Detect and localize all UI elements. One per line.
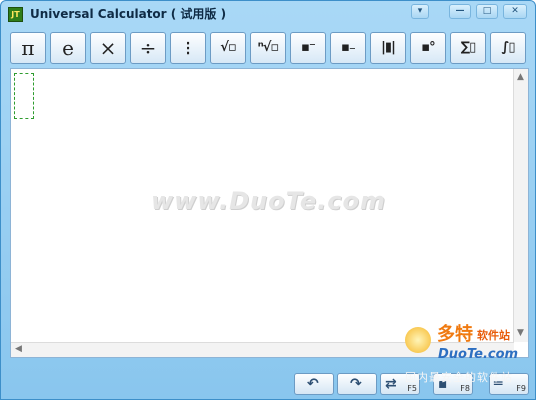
subscript-button[interactable]: ▪₋ xyxy=(330,32,366,64)
symbol-toolbar: π e × ÷ ⁝ √▫ ⁿ√▫ ▪⁻ ▪₋ |▮| ▪° ∑▯ ∫▯ xyxy=(10,32,530,64)
nth-root-button[interactable]: ⁿ√▫ xyxy=(250,32,286,64)
minimize-icon: — xyxy=(455,6,465,16)
fraction-icon: ⁝ xyxy=(184,36,192,60)
multiply-button[interactable]: × xyxy=(90,32,126,64)
integral-button[interactable]: ∫▯ xyxy=(490,32,526,64)
watermark-text: www.DuoTe.com xyxy=(151,187,386,215)
square-root-icon: √▫ xyxy=(220,40,236,55)
divide-icon: ÷ xyxy=(139,36,157,60)
absolute-value-button[interactable]: |▮| xyxy=(370,32,406,64)
undo-icon: ↶ xyxy=(307,376,319,392)
degree-button[interactable]: ▪° xyxy=(410,32,446,64)
chevron-down-icon: ▾ xyxy=(417,6,423,16)
duote-logo-watermark: 多特 软件站 DuoTe.com 国内最安全的软件站 xyxy=(401,319,533,395)
sum-button[interactable]: ∑▯ xyxy=(450,32,486,64)
minimize-button[interactable]: — xyxy=(449,4,471,19)
logo-cn-name: 多特 xyxy=(437,324,473,345)
expression-editor[interactable]: www.DuoTe.com ▲ ▼ ◀ xyxy=(10,68,529,358)
input-placeholder-box[interactable] xyxy=(14,73,34,119)
euler-e-icon: e xyxy=(62,36,74,60)
scroll-up-icon[interactable]: ▲ xyxy=(514,71,527,84)
close-icon: ✕ xyxy=(511,6,519,16)
swap-icon: ⇄ xyxy=(385,376,397,392)
fraction-button[interactable]: ⁝ xyxy=(170,32,206,64)
menu-dropdown-button[interactable]: ▾ xyxy=(411,4,429,19)
divide-button[interactable]: ÷ xyxy=(130,32,166,64)
nth-root-icon: ⁿ√▫ xyxy=(257,40,279,55)
redo-icon: ↷ xyxy=(350,376,362,392)
vertical-scrollbar[interactable]: ▲ ▼ xyxy=(513,69,528,342)
maximize-icon: □ xyxy=(482,6,492,16)
euler-e-button[interactable]: e xyxy=(50,32,86,64)
superscript-icon: ▪⁻ xyxy=(301,40,316,55)
pi-icon: π xyxy=(21,36,35,60)
redo-button[interactable]: ↷ xyxy=(337,373,377,395)
app-icon: JT xyxy=(8,7,23,22)
window-title: Universal Calculator ( 试用版 ) xyxy=(30,7,227,21)
undo-button[interactable]: ↶ xyxy=(294,373,334,395)
scroll-left-icon[interactable]: ◀ xyxy=(12,343,25,356)
close-button[interactable]: ✕ xyxy=(503,4,527,19)
maximize-button[interactable]: □ xyxy=(476,4,498,19)
degree-icon: ▪° xyxy=(421,40,435,55)
multiply-icon: × xyxy=(99,36,117,60)
square-root-button[interactable]: √▫ xyxy=(210,32,246,64)
mascot-icon xyxy=(405,327,431,353)
logo-cn-suffix: 软件站 xyxy=(477,329,510,342)
sum-icon: ∑▯ xyxy=(460,40,477,55)
integral-icon: ∫▯ xyxy=(501,40,515,55)
calculator-window: JT Universal Calculator ( 试用版 ) ▾ — □ ✕ … xyxy=(0,0,536,400)
logo-en-name: DuoTe.com xyxy=(438,347,519,362)
title-bar[interactable]: JT Universal Calculator ( 试用版 ) ▾ — □ ✕ xyxy=(1,1,535,27)
logo-slogan: 国内最安全的软件站 xyxy=(405,371,513,384)
subscript-icon: ▪₋ xyxy=(341,40,356,55)
pi-button[interactable]: π xyxy=(10,32,46,64)
superscript-button[interactable]: ▪⁻ xyxy=(290,32,326,64)
absolute-value-icon: |▮| xyxy=(381,40,396,55)
